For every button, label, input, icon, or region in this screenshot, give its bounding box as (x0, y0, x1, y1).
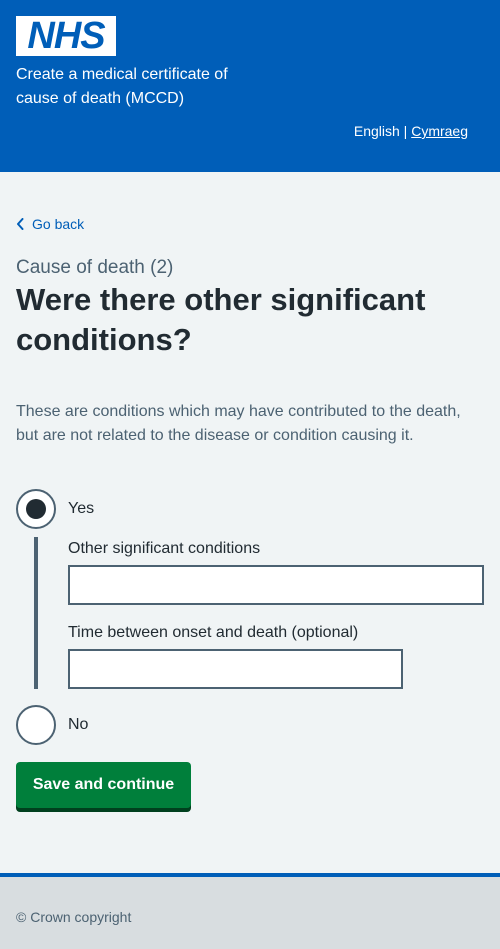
site-header: NHS Create a medical certificate of caus… (0, 0, 500, 172)
time-field-label: Time between onset and death (optional) (68, 624, 359, 641)
hint-text: These are conditions which may have cont… (16, 403, 461, 444)
radio-selected-dot (26, 499, 46, 519)
site-footer: © Crown copyright (0, 873, 500, 949)
radio-yes[interactable] (16, 489, 56, 529)
page-title: Were there other significant conditions? (16, 282, 426, 357)
language-separator: | (403, 123, 408, 139)
chevron-left-icon (17, 218, 24, 230)
page-caption: Cause of death (2) (16, 257, 174, 278)
time-input[interactable] (68, 649, 403, 689)
conditions-field-label: Other significant conditions (68, 540, 261, 557)
save-and-continue-button[interactable]: Save and continue (16, 762, 191, 808)
conditional-reveal-bar (34, 537, 38, 689)
conditions-input[interactable] (68, 565, 484, 605)
language-switcher: English | Cymraeg (354, 121, 468, 141)
nhs-logo[interactable]: NHS (16, 16, 116, 56)
radio-no-label[interactable]: No (68, 713, 88, 737)
copyright-text: © Crown copyright (16, 909, 132, 925)
radio-no[interactable] (16, 705, 56, 745)
back-link[interactable]: Go back (16, 214, 84, 234)
language-link-welsh[interactable]: Cymraeg (411, 123, 468, 139)
radio-yes-label[interactable]: Yes (68, 497, 94, 521)
back-link-label: Go back (32, 216, 85, 232)
language-current: English (353, 123, 400, 139)
service-name[interactable]: Create a medical certificate of cause of… (16, 63, 256, 111)
